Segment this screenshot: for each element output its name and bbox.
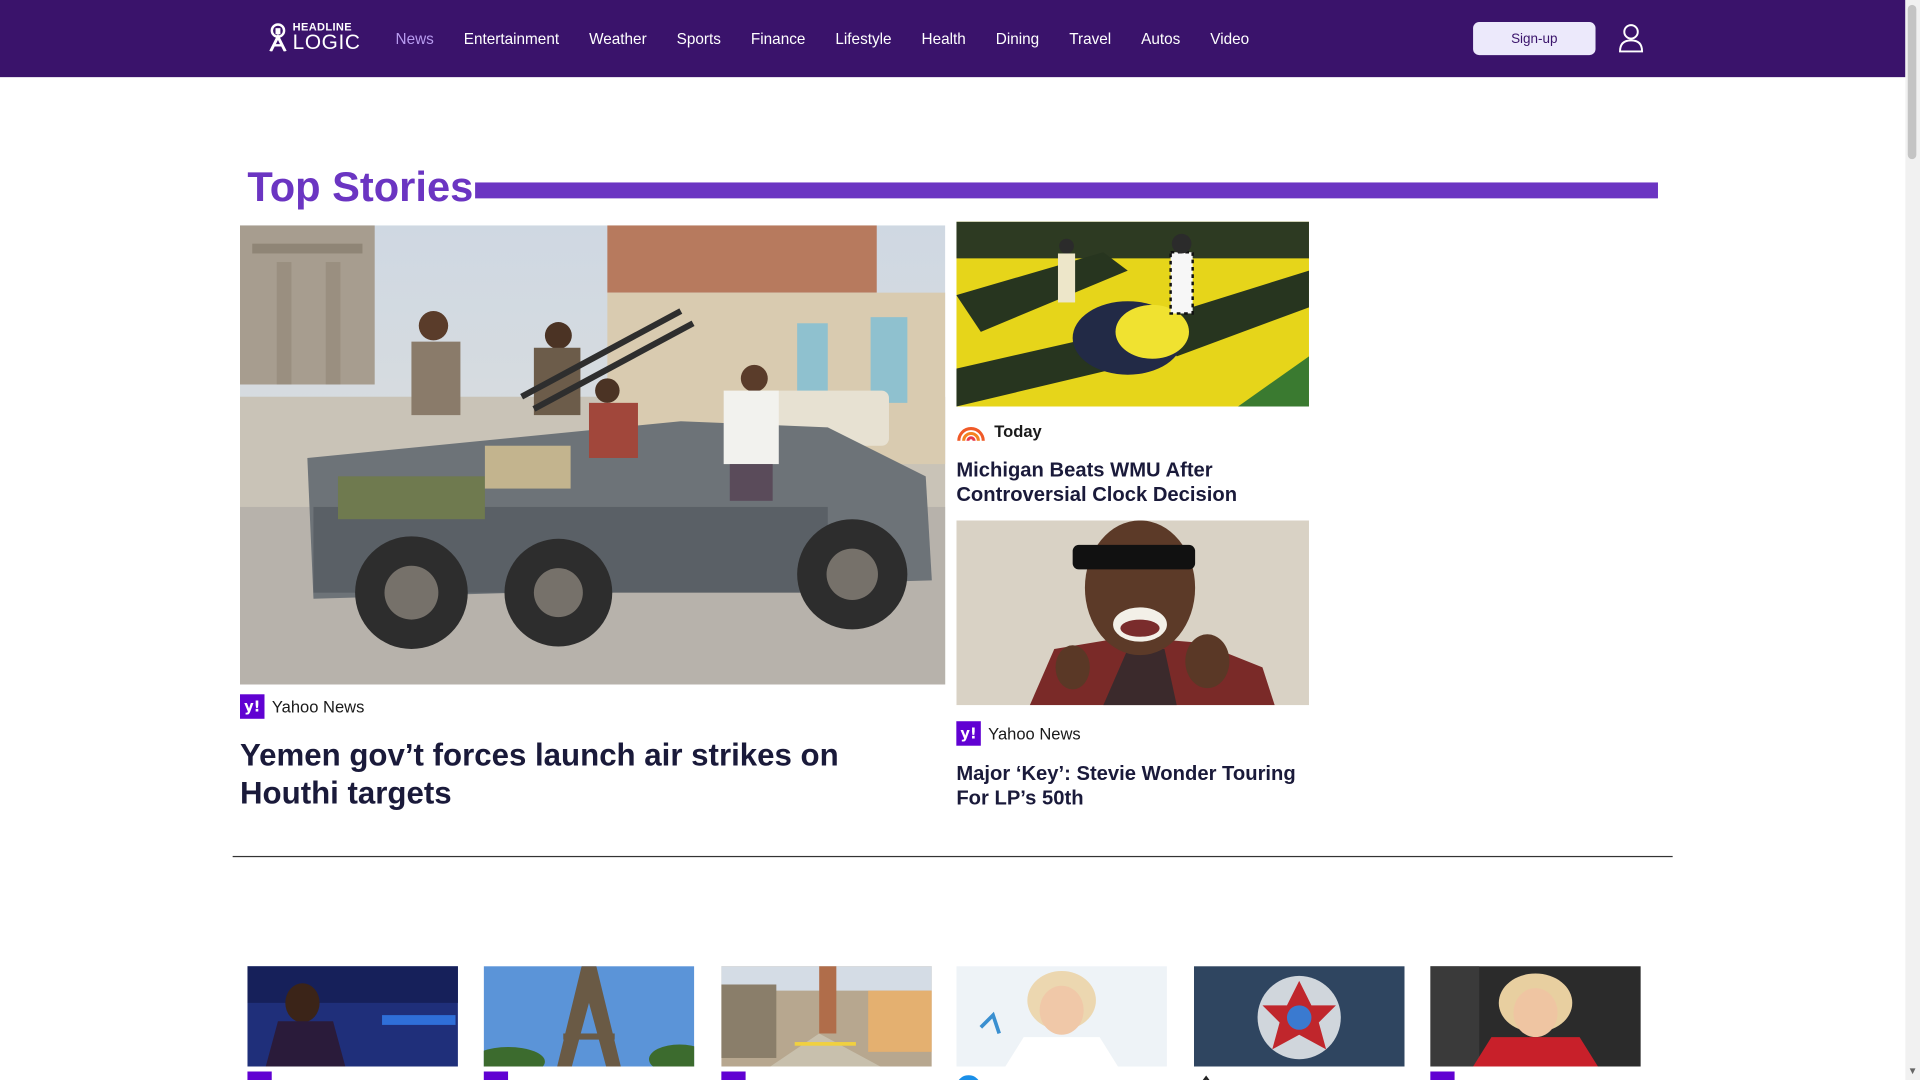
side-story-2-source[interactable]: y! Yahoo News — [956, 721, 1081, 746]
nav-travel[interactable]: Travel — [1069, 30, 1111, 47]
main-story-source[interactable]: y! Yahoo News — [240, 694, 365, 719]
nav-sports[interactable]: Sports — [677, 30, 721, 47]
earthquake-street-photo — [721, 966, 932, 1067]
nav-news[interactable]: News — [396, 30, 434, 47]
user-icon[interactable] — [1618, 23, 1645, 53]
signup-button[interactable]: Sign-up — [1473, 22, 1596, 56]
top-navigation-bar: HEADLINE LOGIC News Entertainment Weathe… — [0, 0, 1906, 78]
story-thumbnail-2[interactable] — [483, 966, 695, 1067]
nav-health[interactable]: Health — [922, 30, 966, 47]
side-story-1-headline[interactable]: Michigan Beats WMU After Controversial C… — [956, 459, 1311, 507]
thumbnail-5-source-icon — [1194, 1071, 1218, 1080]
story-thumbnail-5[interactable] — [1193, 966, 1405, 1067]
story-thumbnail-6[interactable] — [1430, 966, 1641, 1067]
headline-logic-logo[interactable]: HEADLINE LOGIC — [267, 20, 360, 54]
logo-icon — [269, 23, 287, 52]
side-story-1-image[interactable] — [956, 221, 1309, 407]
side-story-2-headline[interactable]: Major ‘Key’: Stevie Wonder Touring For L… — [956, 763, 1311, 811]
stevie-wonder-photo — [956, 520, 1309, 706]
nav-dining[interactable]: Dining — [996, 30, 1039, 47]
thumbnail-1-source-icon — [247, 1071, 272, 1080]
page: HEADLINE LOGIC News Entertainment Weathe… — [0, 0, 1920, 1080]
main-nav: News Entertainment Weather Sports Financ… — [396, 0, 1280, 77]
thumbnail-6-source-icon — [1430, 1071, 1455, 1080]
nav-video[interactable]: Video — [1210, 30, 1249, 47]
main-story-image[interactable] — [240, 225, 946, 685]
nav-weather[interactable]: Weather — [589, 30, 647, 47]
side-story-1-source-label: Today — [994, 422, 1042, 441]
side-story-2-source-label: Yahoo News — [988, 724, 1081, 743]
logo-text-bottom: LOGIC — [292, 30, 361, 54]
story-thumbnail-1[interactable] — [247, 966, 458, 1067]
yahoo-icon: y! — [956, 721, 981, 746]
smiling-woman-photo — [956, 966, 1167, 1067]
thumbnail-3-source-icon — [721, 1071, 746, 1080]
section-divider — [232, 855, 1673, 858]
side-story-2-image[interactable] — [956, 520, 1309, 706]
section-title: Top Stories — [247, 164, 474, 211]
concert-photo — [247, 966, 458, 1067]
main-story-headline[interactable]: Yemen gov’t forces launch air strikes on… — [240, 737, 926, 812]
yemen-truck-photo — [240, 225, 946, 685]
fire-department-patch-photo — [1193, 966, 1405, 1067]
nav-entertainment[interactable]: Entertainment — [464, 30, 559, 47]
thumbnail-4-source-icon — [956, 1071, 980, 1080]
football-photo — [956, 221, 1309, 407]
thumbnail-2-source-icon — [483, 1071, 509, 1080]
story-thumbnail-3[interactable] — [721, 966, 932, 1067]
today-rainbow-icon — [957, 426, 985, 441]
eiffel-tower-photo — [483, 966, 695, 1067]
main-story-source-label: Yahoo News — [271, 697, 365, 716]
red-carpet-woman-photo — [1430, 966, 1641, 1067]
nav-lifestyle[interactable]: Lifestyle — [835, 30, 891, 47]
scrollbar-track[interactable] — [1905, 0, 1920, 1080]
scroll-down-arrow-icon[interactable]: ▼ — [1907, 1065, 1919, 1077]
story-thumbnail-4[interactable] — [956, 966, 1167, 1067]
section-title-rule — [475, 182, 1658, 199]
yahoo-icon: y! — [240, 694, 265, 719]
nav-finance[interactable]: Finance — [751, 30, 805, 47]
scrollbar-thumb[interactable] — [1907, 4, 1917, 160]
side-story-1-source[interactable]: Today — [956, 422, 1042, 441]
nav-autos[interactable]: Autos — [1141, 30, 1180, 47]
